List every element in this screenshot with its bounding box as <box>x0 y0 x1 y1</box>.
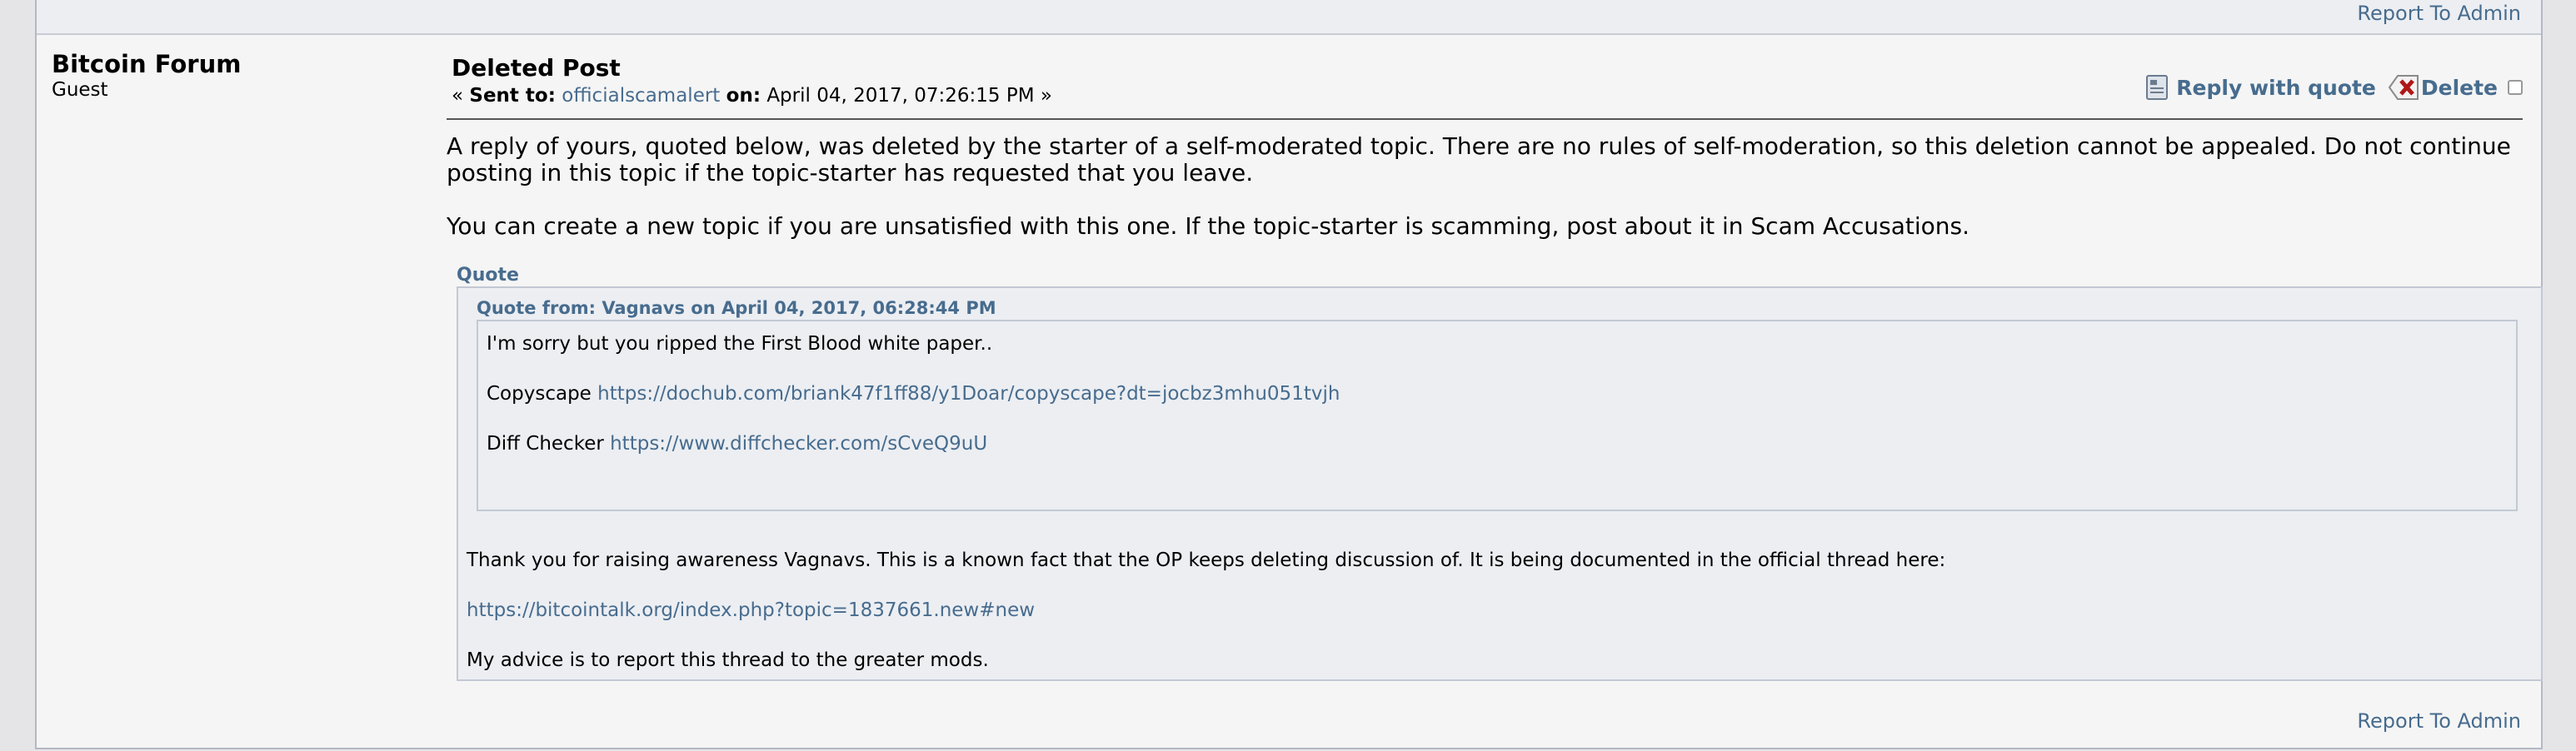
diff-checker-line: Diff Checker https://www.diffchecker.com… <box>487 431 2508 456</box>
quote-reply-text: Thank you for raising awareness Vagnavs.… <box>467 548 2524 698</box>
top-strip: Report To Admin <box>37 0 2541 35</box>
reply-with-quote-label: Reply with quote <box>2176 75 2376 100</box>
delete-button[interactable]: Delete <box>2376 73 2498 102</box>
post-frame: Report To Admin Bitcoin Forum Guest Dele… <box>35 0 2543 749</box>
nested-quote-header[interactable]: Quote from: Vagnavs on April 04, 2017, 0… <box>477 298 996 318</box>
report-to-admin-link-bottom[interactable]: Report To Admin <box>2357 709 2521 733</box>
poster-info: Bitcoin Forum Guest <box>52 50 241 102</box>
nested-quote-line: I'm sorry but you ripped the First Blood… <box>487 333 993 355</box>
reply-with-quote-icon <box>2146 75 2169 100</box>
sent-to-label: Sent to: <box>469 85 556 107</box>
report-to-admin-link-top[interactable]: Report To Admin <box>2357 2 2521 25</box>
quote-header: Quote <box>457 265 519 286</box>
thread-link[interactable]: https://bitcointalk.org/index.php?topic=… <box>467 599 1035 621</box>
body-paragraph: You can create a new topic if you are un… <box>447 212 1969 240</box>
thread-link-line: https://bitcointalk.org/index.php?topic=… <box>467 598 2524 623</box>
nested-quote-block: I'm sorry but you ripped the First Blood… <box>477 320 2518 511</box>
meta-open: « <box>452 85 464 107</box>
post-actions: Reply with quote Delete <box>2146 73 2523 102</box>
poster-title: Guest <box>52 79 108 101</box>
body-paragraph: A reply of yours, quoted below, was dele… <box>447 132 2511 187</box>
copyscape-line: Copyscape https://dochub.com/briank47f1f… <box>487 381 2508 406</box>
delete-icon <box>2388 75 2419 100</box>
reply-with-quote-button[interactable]: Reply with quote <box>2146 75 2376 100</box>
recipient-link[interactable]: officialscamalert <box>562 85 720 107</box>
quote-reply-line: My advice is to report this thread to th… <box>467 649 989 671</box>
poster-name: Bitcoin Forum <box>52 50 242 78</box>
copyscape-link[interactable]: https://dochub.com/briank47f1ff88/y1Doar… <box>597 383 1340 405</box>
delete-label: Delete <box>2420 75 2498 100</box>
post-body: A reply of yours, quoted below, was dele… <box>447 133 2529 266</box>
copyscape-label: Copyscape <box>487 383 592 405</box>
select-post-checkbox[interactable] <box>2508 80 2523 95</box>
quote-reply-line: Thank you for raising awareness Vagnavs.… <box>467 550 1946 571</box>
meta-close: » <box>1040 85 1052 107</box>
on-label: on: <box>726 85 761 107</box>
header-divider <box>447 118 2523 120</box>
quote-block: Quote from: Vagnavs on April 04, 2017, 0… <box>457 286 2543 681</box>
post-date: April 04, 2017, 07:26:15 PM <box>766 85 1035 107</box>
diff-checker-label: Diff Checker <box>487 433 604 455</box>
diff-checker-link[interactable]: https://www.diffchecker.com/sCveQ9uU <box>610 433 987 455</box>
